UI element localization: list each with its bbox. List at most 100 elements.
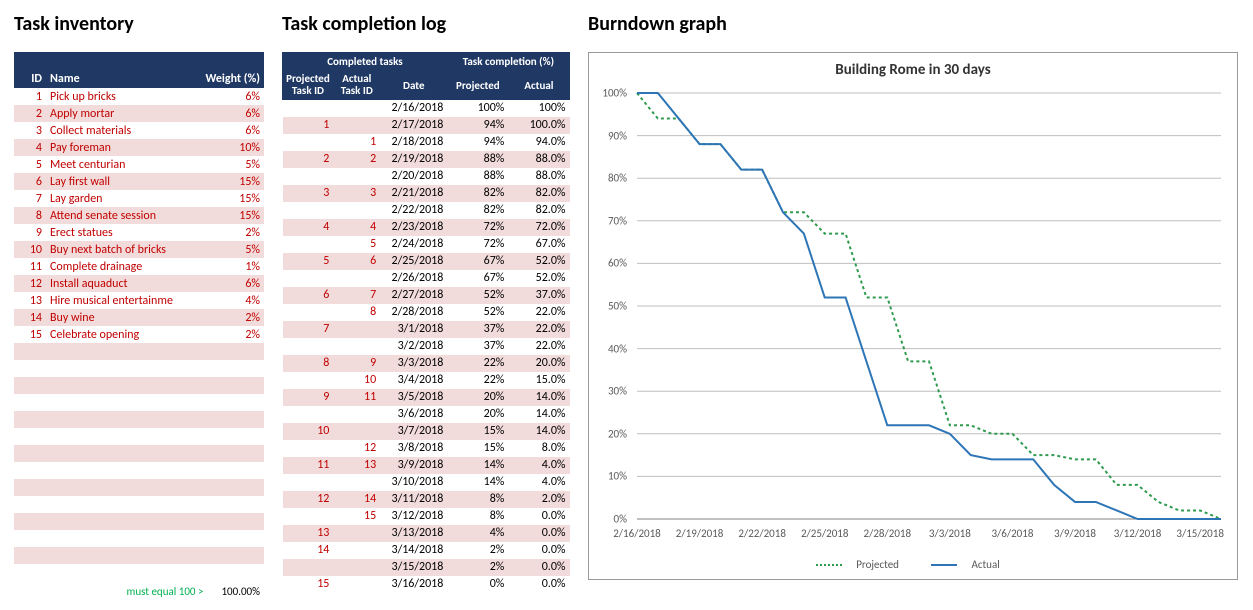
log-cell-actpct: 0.0%: [508, 525, 569, 542]
inv-cell-weight: 10%: [194, 139, 264, 156]
log-cell-date: 3/13/2018: [380, 525, 447, 542]
log-cell-projpct: 20%: [447, 406, 508, 423]
log-row: 3/6/201820%14.0%: [283, 406, 570, 423]
log-row: 893/3/201822%20.0%: [283, 355, 570, 372]
log-cell-actpct: 4.0%: [508, 474, 569, 491]
log-cell-date: 2/20/2018: [380, 168, 447, 185]
log-cell-actpct: 4.0%: [508, 457, 569, 474]
inv-cell-weight: 6%: [194, 122, 264, 139]
log-cell-pid: 13: [283, 525, 334, 542]
log-cell-date: 3/3/2018: [380, 355, 447, 372]
log-cell-date: 3/2/2018: [380, 338, 447, 355]
log-cell-date: 3/16/2018: [380, 576, 447, 593]
y-tick-label: 100%: [602, 87, 627, 100]
log-cell-actpct: 0.0%: [508, 542, 569, 559]
log-cell-pid: [283, 236, 334, 253]
burndown-title-h: Burndown graph: [588, 12, 1239, 36]
task-inventory-table: ID Name Weight (%) 1Pick up bricks6%2App…: [14, 52, 264, 581]
x-tick-label: 3/3/2018: [929, 527, 971, 540]
log-cell-aid: [333, 338, 380, 355]
inv-cell-weight: 2%: [194, 326, 264, 343]
y-tick-label: 70%: [608, 214, 627, 227]
x-tick-label: 3/15/2018: [1176, 527, 1224, 540]
log-row: 222/19/201888%88.0%: [283, 151, 570, 168]
log-row: 133/13/20184%0.0%: [283, 525, 570, 542]
inv-cell-weight: 6%: [194, 88, 264, 105]
log-cell-aid: 3: [333, 185, 380, 202]
inv-cell-id: 13: [14, 292, 46, 309]
log-cell-actpct: 0.0%: [508, 508, 569, 525]
inv-row: 4Pay foreman10%: [14, 139, 264, 156]
log-cell-aid: 4: [333, 219, 380, 236]
log-row: 562/25/201867%52.0%: [283, 253, 570, 270]
log-cell-aid: [333, 406, 380, 423]
legend-label-projected: Projected: [856, 558, 899, 571]
log-cell-projpct: 37%: [447, 321, 508, 338]
log-cell-projpct: 22%: [447, 372, 508, 389]
log-cell-aid: [333, 576, 380, 593]
inv-cell-id: 6: [14, 173, 46, 190]
log-cell-aid: 2: [333, 151, 380, 168]
log-cell-projpct: 2%: [447, 542, 508, 559]
log-cell-actpct: 67.0%: [508, 236, 569, 253]
log-row: 103/4/201822%15.0%: [283, 372, 570, 389]
inv-row-blank: [14, 530, 264, 547]
log-cell-pid: 11: [283, 457, 334, 474]
legend-label-actual: Actual: [971, 558, 999, 571]
log-row: 153/16/20180%0.0%: [283, 576, 570, 593]
log-cell-pid: 6: [283, 287, 334, 304]
burndown-section: Burndown graph Building Rome in 30 days …: [588, 12, 1239, 580]
y-tick-label: 60%: [608, 257, 627, 270]
log-cell-actpct: 72.0%: [508, 219, 569, 236]
inv-row-blank: [14, 343, 264, 360]
log-cell-date: 3/9/2018: [380, 457, 447, 474]
inv-cell-name: Buy next batch of bricks: [46, 241, 194, 258]
log-cell-projpct: 22%: [447, 355, 508, 372]
log-cell-projpct: 72%: [447, 219, 508, 236]
x-tick-label: 2/25/2018: [801, 527, 849, 540]
legend-swatch-actual: [931, 564, 957, 566]
task-log-section: Task completion log Completed tasks Task…: [282, 12, 570, 593]
inv-row: 11Complete drainage1%: [14, 258, 264, 275]
log-cell-pid: [283, 270, 334, 287]
log-cell-projpct: 14%: [447, 474, 508, 491]
log-cell-projpct: 88%: [447, 168, 508, 185]
log-cell-pid: 1: [283, 117, 334, 134]
y-tick-label: 80%: [608, 172, 627, 185]
log-cell-projpct: 20%: [447, 389, 508, 406]
log-cell-date: 2/25/2018: [380, 253, 447, 270]
log-cell-aid: 1: [333, 134, 380, 151]
inv-row-blank: [14, 513, 264, 530]
log-row: 123/8/201815%8.0%: [283, 440, 570, 457]
log-cell-aid: [333, 100, 380, 117]
inv-cell-id: 8: [14, 207, 46, 224]
log-cell-projpct: 94%: [447, 134, 508, 151]
y-tick-label: 30%: [608, 385, 627, 398]
y-tick-label: 0%: [614, 513, 627, 526]
inv-footer: must equal 100 > 100.00%: [14, 581, 264, 598]
log-cell-actpct: 52.0%: [508, 270, 569, 287]
log-row: 52/24/201872%67.0%: [283, 236, 570, 253]
log-cell-pid: [283, 202, 334, 219]
log-head-actpct: Actual: [508, 71, 569, 100]
log-cell-pid: [283, 440, 334, 457]
inv-cell-id: 4: [14, 139, 46, 156]
inv-cell-id: 7: [14, 190, 46, 207]
log-cell-date: 3/14/2018: [380, 542, 447, 559]
log-cell-actpct: 22.0%: [508, 321, 569, 338]
log-cell-aid: 11: [333, 389, 380, 406]
log-cell-projpct: 8%: [447, 491, 508, 508]
log-cell-projpct: 37%: [447, 338, 508, 355]
inv-row: 10Buy next batch of bricks5%: [14, 241, 264, 258]
log-cell-date: 3/1/2018: [380, 321, 447, 338]
inv-cell-id: 2: [14, 105, 46, 122]
log-cell-date: 2/26/2018: [380, 270, 447, 287]
log-cell-date: 2/22/2018: [380, 202, 447, 219]
inv-cell-name: Complete drainage: [46, 258, 194, 275]
inv-cell-name: Attend senate session: [46, 207, 194, 224]
inv-head-weight: Weight (%): [194, 70, 264, 88]
task-log-title: Task completion log: [282, 12, 570, 36]
inv-cell-weight: 5%: [194, 156, 264, 173]
x-tick-label: 3/6/2018: [991, 527, 1033, 540]
log-cell-aid: 6: [333, 253, 380, 270]
